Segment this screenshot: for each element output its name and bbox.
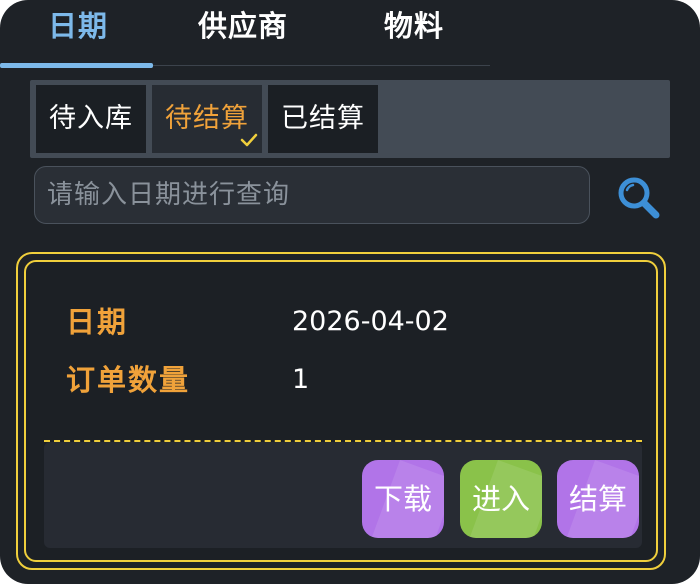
- download-button[interactable]: 下载: [362, 460, 444, 538]
- filter-settled[interactable]: 已结算: [268, 85, 378, 153]
- download-button-label: 下载: [373, 482, 432, 516]
- filter-pending-settlement[interactable]: 待结算: [152, 85, 262, 153]
- card-footer: [44, 442, 642, 548]
- filter-pending-inbound[interactable]: 待入库: [36, 85, 146, 153]
- status-filter-bar: 待入库 待结算 已结算: [30, 80, 670, 158]
- filter-label: 已结算: [281, 103, 365, 134]
- dashed-divider: [44, 440, 642, 442]
- filter-label: 待入库: [49, 103, 133, 134]
- filter-label: 待结算: [165, 103, 249, 134]
- tab-date[interactable]: 日期: [48, 6, 108, 46]
- order-count-value: 1: [292, 364, 310, 395]
- enter-button-label: 进入: [471, 482, 530, 516]
- check-icon: [240, 133, 258, 147]
- date-label: 日期: [66, 305, 129, 339]
- order-count-label: 订单数量: [66, 363, 191, 397]
- search-input[interactable]: 请输入日期进行查询: [34, 166, 590, 224]
- settle-button-label: 结算: [568, 482, 627, 516]
- search-icon[interactable]: [614, 173, 662, 221]
- settle-button[interactable]: 结算: [557, 460, 639, 538]
- panel: 日期 供应商 物料 待入库 待结算 已结算 请输入日期进行查询 日期 2026-…: [0, 0, 700, 584]
- tab-material[interactable]: 物料: [384, 6, 444, 46]
- enter-button[interactable]: 进入: [460, 460, 542, 538]
- tab-supplier[interactable]: 供应商: [198, 6, 288, 46]
- date-value: 2026-04-02: [292, 306, 449, 337]
- tab-active-indicator: [0, 63, 153, 68]
